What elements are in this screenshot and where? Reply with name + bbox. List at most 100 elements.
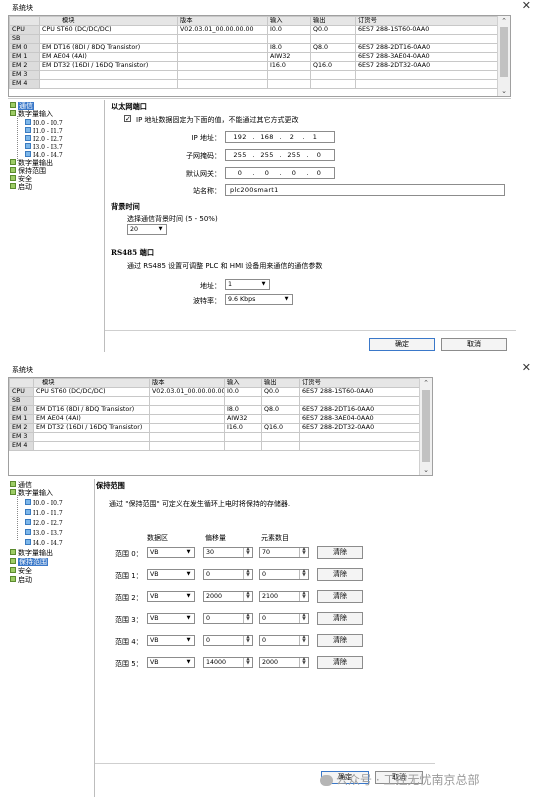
tree-item-digital-output[interactable]: 数字量输出 <box>10 159 53 167</box>
clear-button[interactable]: 清除 <box>317 546 363 559</box>
chevron-down-icon[interactable]: ▼ <box>155 225 166 234</box>
baud-rate-select[interactable]: 9.6 Kbps ▼ <box>225 294 293 305</box>
range-area-select[interactable]: VB ▼ <box>147 657 195 668</box>
range-offset-input[interactable]: 30 ▲ ▼ <box>203 547 253 558</box>
range-count-input[interactable]: 70 ▲ ▼ <box>259 547 309 558</box>
tree-item-communication[interactable]: 通信 <box>10 102 34 110</box>
range-count-input[interactable]: 0 ▲ ▼ <box>259 635 309 646</box>
tree-item-i1[interactable]: I1.0 - I1.7 <box>25 509 63 517</box>
ip-address-field[interactable]: 192. 168. 2. 1 <box>225 131 335 143</box>
chevron-down-icon[interactable]: ▼ <box>258 280 269 289</box>
tree-item-i3[interactable]: I3.0 - I3.7 <box>25 529 63 537</box>
chevron-down-icon[interactable]: ▼ <box>183 636 194 645</box>
tree-item-digital-output[interactable]: 数字量输出 <box>10 549 53 557</box>
chevron-down-icon[interactable]: ▼ <box>183 570 194 579</box>
scroll-thumb[interactable] <box>422 390 430 462</box>
range-area-select[interactable]: VB ▼ <box>147 635 195 646</box>
tree-item-security[interactable]: 安全 <box>10 567 32 575</box>
subnet-mask-field[interactable]: 255. 255. 255. 0 <box>225 149 335 161</box>
table-row[interactable]: EM 4 <box>9 79 500 89</box>
range-offset-input[interactable]: 14000 ▲ ▼ <box>203 657 253 668</box>
table-row[interactable]: EM 3 <box>9 432 421 442</box>
table-row[interactable]: EM 0 EM DT16 (8DI / 8DQ Transistor) I8.0 Q8… <box>9 43 500 53</box>
table-row[interactable]: SB <box>9 34 500 44</box>
spinner-arrows-icon[interactable]: ▲ ▼ <box>243 569 252 579</box>
tree-item-i2[interactable]: I2.0 - I2.7 <box>25 519 63 527</box>
rs485-address-select[interactable]: 1 ▼ <box>225 279 270 290</box>
tree-item-i2[interactable]: I2.0 - I2.7 <box>25 135 63 143</box>
clear-button[interactable]: 清除 <box>317 568 363 581</box>
gateway-field[interactable]: 0.0.0.0 <box>225 167 335 179</box>
scroll-up-icon[interactable]: ⌃ <box>498 16 510 26</box>
chevron-down-icon[interactable]: ▼ <box>183 658 194 667</box>
background-time-select[interactable]: 20 ▼ <box>127 224 167 235</box>
table-row[interactable]: EM 1 EM AE04 (4AI) AIW32 6ES7 288-3AE04-0AA… <box>9 414 421 424</box>
scroll-down-icon[interactable]: ⌄ <box>420 465 432 475</box>
range-area-select[interactable]: VB ▼ <box>147 547 195 558</box>
tree-item-digital-input[interactable]: 数字量输入 <box>10 110 53 118</box>
ok-button[interactable]: 确定 <box>369 338 435 351</box>
chevron-down-icon[interactable]: ▼ <box>183 592 194 601</box>
range-offset-input[interactable]: 2000 ▲ ▼ <box>203 591 253 602</box>
clear-button[interactable]: 清除 <box>317 612 363 625</box>
tree-item-i3[interactable]: I3.0 - I3.7 <box>25 143 63 151</box>
table-scrollbar[interactable]: ⌃ ⌄ <box>419 378 432 475</box>
close-icon[interactable]: ✕ <box>522 362 531 374</box>
range-count-input[interactable]: 2100 ▲ ▼ <box>259 591 309 602</box>
tree-item-i0[interactable]: I0.0 - I0.7 <box>25 119 63 127</box>
table-row[interactable]: CPU CPU ST60 (DC/DC/DC) V02.03.01_00.00.00… <box>9 387 421 397</box>
scroll-thumb[interactable] <box>500 27 508 77</box>
table-scrollbar[interactable]: ⌃ ⌄ <box>497 16 510 96</box>
spinner-arrows-icon[interactable]: ▲ ▼ <box>299 613 308 623</box>
table-row[interactable]: EM 4 <box>9 441 421 451</box>
range-count-input[interactable]: 0 ▲ ▼ <box>259 613 309 624</box>
range-offset-input[interactable]: 0 ▲ ▼ <box>203 613 253 624</box>
spinner-arrows-icon[interactable]: ▲ ▼ <box>243 657 252 667</box>
spinner-arrows-icon[interactable]: ▲ ▼ <box>243 635 252 645</box>
table-row[interactable]: CPU CPU ST60 (DC/DC/DC) V02.03.01_00.00.00… <box>9 25 500 35</box>
clear-button[interactable]: 清除 <box>317 656 363 669</box>
tree-item-digital-input[interactable]: 数字量输入 <box>10 489 53 497</box>
spinner-arrows-icon[interactable]: ▲ ▼ <box>299 591 308 601</box>
spinner-arrows-icon[interactable]: ▲ ▼ <box>299 569 308 579</box>
table-row[interactable]: SB <box>9 396 421 406</box>
table-row[interactable]: EM 2 EM DT32 (16DI / 16DQ Transistor) I16.… <box>9 423 421 433</box>
scroll-up-icon[interactable]: ⌃ <box>420 378 432 388</box>
table-row[interactable]: EM 2 EM DT32 (16DI / 16DQ Transistor) I16.… <box>9 61 500 71</box>
cancel-button[interactable]: 取消 <box>441 338 507 351</box>
tree-item-communication[interactable]: 通信 <box>10 481 32 489</box>
tree-item-i4[interactable]: I4.0 - I4.7 <box>25 539 63 547</box>
tree-item-retentive[interactable]: 保持范围 <box>10 167 46 175</box>
clear-button[interactable]: 清除 <box>317 634 363 647</box>
station-name-input[interactable]: plc200smart1 <box>225 184 505 196</box>
spinner-arrows-icon[interactable]: ▲ ▼ <box>243 613 252 623</box>
chevron-down-icon[interactable]: ▼ <box>183 548 194 557</box>
tree-item-i1[interactable]: I1.0 - I1.7 <box>25 127 63 135</box>
tree-item-startup[interactable]: 启动 <box>10 183 32 191</box>
table-row[interactable]: EM 3 <box>9 70 500 80</box>
range-area-select[interactable]: VB ▼ <box>147 569 195 580</box>
chevron-down-icon[interactable]: ▼ <box>183 614 194 623</box>
spinner-arrows-icon[interactable]: ▲ ▼ <box>243 591 252 601</box>
table-row[interactable]: EM 1 EM AE04 (4AI) AIW32 6ES7 288-3AE04-0AA… <box>9 52 500 62</box>
spinner-arrows-icon[interactable]: ▲ ▼ <box>299 547 308 557</box>
table-row[interactable]: EM 0 EM DT16 (8DI / 8DQ Transistor) I8.0 Q8… <box>9 405 421 415</box>
tree-item-i4[interactable]: I4.0 - I4.7 <box>25 151 63 159</box>
spinner-arrows-icon[interactable]: ▲ ▼ <box>243 547 252 557</box>
range-offset-input[interactable]: 0 ▲ ▼ <box>203 569 253 580</box>
range-area-select[interactable]: VB ▼ <box>147 613 195 624</box>
range-count-input[interactable]: 0 ▲ ▼ <box>259 569 309 580</box>
clear-button[interactable]: 清除 <box>317 590 363 603</box>
range-area-select[interactable]: VB ▼ <box>147 591 195 602</box>
range-count-input[interactable]: 2000 ▲ ▼ <box>259 657 309 668</box>
scroll-down-icon[interactable]: ⌄ <box>498 86 510 96</box>
tree-item-i0[interactable]: I0.0 - I0.7 <box>25 499 63 507</box>
range-offset-input[interactable]: 0 ▲ ▼ <box>203 635 253 646</box>
spinner-arrows-icon[interactable]: ▲ ▼ <box>299 635 308 645</box>
ip-fixed-checkbox[interactable]: ✓ <box>124 115 131 123</box>
close-icon[interactable]: ✕ <box>522 0 531 12</box>
chevron-down-icon[interactable]: ▼ <box>281 295 292 304</box>
tree-item-startup[interactable]: 启动 <box>10 576 32 584</box>
tree-item-security[interactable]: 安全 <box>10 175 32 183</box>
tree-item-retentive[interactable]: 保持范围 <box>10 558 48 566</box>
